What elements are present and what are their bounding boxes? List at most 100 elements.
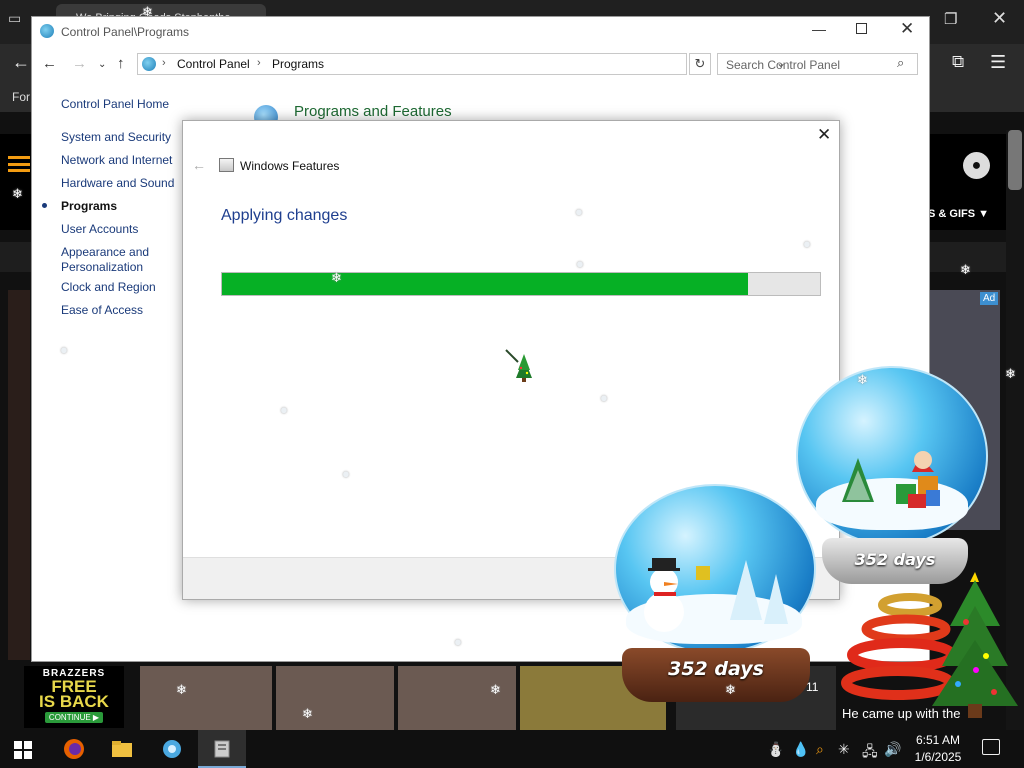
snowflake-icon: ❄ xyxy=(1005,366,1016,381)
active-item-bullet xyxy=(42,203,47,208)
back-arrow-icon[interactable]: ← xyxy=(42,55,57,72)
bookmark-item[interactable]: For xyxy=(12,90,30,104)
snowflake-icon: ❄ xyxy=(725,682,736,697)
sidebar-item-home[interactable]: Control Panel Home xyxy=(61,97,169,112)
browser-menu-icon[interactable]: ☰ xyxy=(990,52,1006,73)
tray-droplet-icon[interactable]: 💧 xyxy=(792,741,809,758)
video-thumbnail[interactable] xyxy=(276,666,394,730)
taskbar-windows-features[interactable] xyxy=(198,730,246,768)
recent-locations-icon[interactable]: ⌄ xyxy=(98,59,106,70)
sidebar-item-ease-of-access[interactable]: Ease of Access xyxy=(61,303,143,318)
snowman-icon xyxy=(644,558,788,632)
snowflake-icon: ● xyxy=(280,402,288,417)
control-panel-titlebar[interactable]: Control Panel\Programs — ✕ xyxy=(32,17,929,47)
snowflake-icon: ● xyxy=(575,204,583,219)
video-thumbnail[interactable] xyxy=(398,666,516,730)
snow-globe-large[interactable]: 352 days xyxy=(796,366,992,590)
clock-time: 6:51 AM xyxy=(915,733,961,747)
taskbar-clock[interactable]: 6:51 AM 1/6/2025 xyxy=(900,732,976,766)
breadcrumb-control-panel[interactable]: Control Panel xyxy=(177,57,250,71)
snowflake-icon: ● xyxy=(60,342,68,357)
file-explorer-icon xyxy=(112,741,132,757)
days-counter: 352 days xyxy=(668,658,764,680)
address-bar[interactable]: › Control Panel › Programs ⌄ xyxy=(137,53,786,75)
sidebar-item-clock-region[interactable]: Clock and Region xyxy=(61,280,156,295)
snowflake-icon: ❄ xyxy=(490,682,501,697)
christmas-tree-icon xyxy=(932,572,1018,718)
user-account-icon[interactable]: ● xyxy=(963,152,990,179)
snow-globe-small[interactable]: 352 days xyxy=(612,484,818,706)
snowflake-icon: ❄ xyxy=(142,4,153,19)
sidebar-item-appearance[interactable]: Appearance and xyxy=(61,245,149,260)
breadcrumb-programs[interactable]: Programs xyxy=(272,57,324,71)
promo-banner[interactable]: BRAZZERS FREE IS BACK CONTINUE ▶ xyxy=(24,666,124,728)
window-title: Control Panel\Programs xyxy=(61,25,190,39)
browser-close-icon[interactable]: ✕ xyxy=(992,8,1007,29)
snowflake-icon: ❄ xyxy=(331,270,342,285)
gifts-and-tree-icon xyxy=(842,451,940,508)
network-icon[interactable]: 🖧 xyxy=(862,741,878,765)
browser-restore-icon[interactable]: ❐ xyxy=(944,10,957,28)
windows-features-icon xyxy=(219,158,234,172)
chevron-right-icon[interactable]: › xyxy=(162,57,166,69)
site-image-left[interactable] xyxy=(8,290,30,660)
back-arrow-icon[interactable]: ← xyxy=(192,157,206,173)
sidebar-item-hardware[interactable]: Hardware and Sound xyxy=(61,176,174,191)
tray-brightness-icon[interactable]: ✳ xyxy=(838,741,850,758)
tray-app-icon[interactable]: ⛄ xyxy=(767,741,784,758)
snowflake-icon: ❄ xyxy=(857,372,868,387)
control-panel-icon xyxy=(142,57,156,71)
up-arrow-icon[interactable]: ↑ xyxy=(117,55,125,72)
windows-features-icon xyxy=(214,740,230,758)
control-panel-icon xyxy=(40,24,54,38)
page-scrollbar-thumb[interactable] xyxy=(1008,130,1022,190)
sidebar-item-system-security[interactable]: System and Security xyxy=(61,130,171,145)
address-bar-row: ← → ⌄ ↑ › Control Panel › Programs ⌄ ↻ S… xyxy=(32,47,929,83)
chevron-right-icon[interactable]: › xyxy=(257,57,261,69)
snowflake-icon: ❄ xyxy=(960,262,971,277)
promo-continue-button[interactable]: CONTINUE ▶ xyxy=(44,712,104,723)
forward-arrow-icon[interactable]: → xyxy=(72,55,87,72)
clock-date: 1/6/2025 xyxy=(914,750,962,764)
video-thumbnail[interactable] xyxy=(140,666,272,730)
promo-headline-2: IS BACK xyxy=(39,692,109,711)
section-title[interactable]: Programs and Features xyxy=(294,103,452,120)
site-menu-icon[interactable] xyxy=(8,156,30,172)
tab-list-icon[interactable]: ▭ xyxy=(8,10,21,27)
maximize-button[interactable] xyxy=(856,23,867,34)
sidebar-item-programs[interactable]: Programs xyxy=(61,199,117,214)
globe-base: 352 days xyxy=(622,648,810,702)
taskbar-file-explorer[interactable] xyxy=(98,730,146,768)
snowflake-icon: ❄ xyxy=(176,682,187,697)
refresh-button[interactable]: ↻ xyxy=(689,53,711,75)
progress-bar xyxy=(221,272,821,296)
minimize-button[interactable]: — xyxy=(812,21,826,37)
taskbar-firefox[interactable] xyxy=(50,730,98,768)
windows-start-icon[interactable] xyxy=(14,741,32,759)
snowflake-icon: ● xyxy=(576,256,584,271)
browser-back-icon[interactable]: ← xyxy=(12,52,30,73)
progress-bar-fill xyxy=(222,273,749,295)
search-icon[interactable]: ⌕ xyxy=(897,55,904,71)
site-nav-category[interactable]: S & GIFS ▼ xyxy=(928,208,989,220)
snowflake-icon: ● xyxy=(803,236,811,251)
sidebar-item-network[interactable]: Network and Internet xyxy=(61,153,172,168)
volume-icon[interactable]: 🔊 xyxy=(884,741,901,758)
sidebar-item-appearance-line2[interactable]: Personalization xyxy=(61,260,143,275)
snowflake-icon: ● xyxy=(342,466,350,481)
status-heading: Applying changes xyxy=(221,207,348,224)
taskbar: ⛄ 💧 ⌕ ✳ 🖧 🔊 6:51 AM 1/6/2025 xyxy=(0,730,1024,768)
dialog-close-button[interactable]: ✕ xyxy=(817,125,831,145)
sidebar-item-user-accounts[interactable]: User Accounts xyxy=(61,222,138,237)
firefox-icon xyxy=(64,739,84,759)
close-button[interactable]: ✕ xyxy=(900,19,914,39)
tray-search-icon[interactable]: ⌕ xyxy=(816,741,824,758)
control-panel-icon xyxy=(163,740,181,758)
notification-center-icon[interactable] xyxy=(982,739,1000,755)
search-input[interactable]: Search Control Panel xyxy=(717,53,918,75)
extensions-icon[interactable]: ⧉ xyxy=(952,52,964,72)
taskbar-control-panel[interactable] xyxy=(148,730,196,768)
dialog-title: Windows Features xyxy=(240,159,340,173)
snowflake-icon: ● xyxy=(454,634,462,649)
ad-badge: Ad xyxy=(980,292,999,305)
